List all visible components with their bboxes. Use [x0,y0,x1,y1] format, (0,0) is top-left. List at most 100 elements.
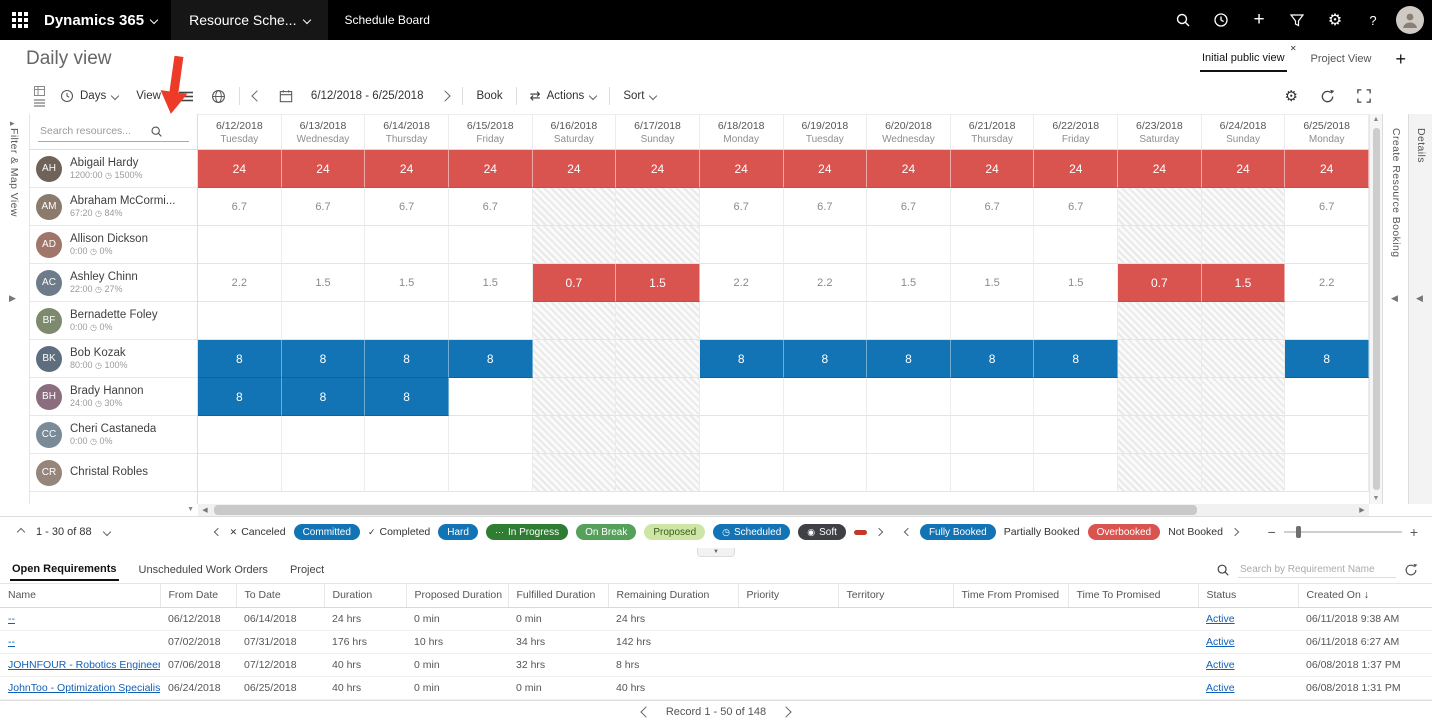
booking-cell[interactable]: 6.7 [449,188,533,226]
requirement-row[interactable]: JohnToo - Optimization Specialist06/24/2… [0,677,1432,700]
gear-icon[interactable]: ⚙ [1320,5,1350,35]
booking-cell[interactable] [616,188,700,226]
booking-cell[interactable] [533,340,617,378]
tab-project[interactable]: Project [288,560,326,580]
tab-project-view[interactable]: Project View [1309,47,1374,71]
scroll-up-icon[interactable]: ▲ [1370,116,1382,123]
legend-scroll-left-icon[interactable] [213,528,221,536]
booking-cell[interactable] [1202,454,1286,492]
horizontal-scroll-thumb[interactable] [214,505,1197,515]
booking-cell[interactable] [533,416,617,454]
booking-cell[interactable] [282,226,366,264]
search-icon[interactable] [1168,5,1198,35]
requirement-search-input[interactable] [1238,562,1396,578]
requirements-column-header[interactable]: Created On ↓ [1298,584,1432,608]
calendar-icon[interactable] [270,82,302,110]
booking-cell[interactable] [700,416,784,454]
booking-cell[interactable]: 8 [951,340,1035,378]
booking-cell[interactable]: 0.7 [1118,264,1202,302]
recent-history-icon[interactable] [1206,5,1236,35]
resource-list-item[interactable]: BFBernadette Foley0:00 ◷ 0% [30,302,197,340]
requirement-status-link[interactable]: Active [1198,654,1298,677]
details-rail[interactable]: Details ◀ [1408,114,1432,504]
booking-cell[interactable]: 2.2 [784,264,868,302]
scroll-right-icon[interactable]: ▶ [1355,506,1369,514]
booking-cell[interactable] [449,378,533,416]
booking-cell[interactable] [533,188,617,226]
booking-cell[interactable]: 1.5 [1202,264,1286,302]
booking-cell[interactable] [700,226,784,264]
booking-cell[interactable] [365,226,449,264]
booking-cell[interactable]: 8 [1034,340,1118,378]
requirements-column-header[interactable]: Proposed Duration [406,584,508,608]
booking-cell[interactable]: 2.2 [1285,264,1369,302]
booking-cell[interactable]: 8 [282,378,366,416]
booking-cell[interactable]: 6.7 [282,188,366,226]
booking-cell[interactable] [1202,188,1286,226]
booking-cell[interactable] [951,416,1035,454]
booking-cell[interactable] [282,302,366,340]
booking-cell[interactable] [282,454,366,492]
book-button[interactable]: Book [467,82,511,110]
requirements-column-header[interactable]: Territory [838,584,953,608]
booking-legend-scroll-left-icon[interactable] [904,528,912,536]
resource-list-item[interactable]: CRChristal Robles [30,454,197,492]
resource-list-item[interactable]: AMAbraham McCormi...67:20 ◷ 84% [30,188,197,226]
booking-cell[interactable]: 0.7 [533,264,617,302]
booking-cell[interactable] [1202,416,1286,454]
booking-legend-scroll-right-icon[interactable] [1231,528,1239,536]
booking-cell[interactable] [951,226,1035,264]
booking-cell[interactable]: 1.5 [1034,264,1118,302]
booking-cell[interactable] [616,454,700,492]
booking-cell[interactable] [449,416,533,454]
booking-cell[interactable] [700,454,784,492]
booking-cell[interactable]: 8 [449,340,533,378]
search-icon[interactable] [150,125,163,138]
booking-cell[interactable] [533,378,617,416]
booking-cell[interactable] [533,454,617,492]
requirements-column-header[interactable]: Priority [738,584,838,608]
resource-list-item[interactable]: ADAllison Dickson0:00 ◷ 0% [30,226,197,264]
booking-cell[interactable] [951,302,1035,340]
booking-cell[interactable] [784,226,868,264]
resource-list-item[interactable]: BHBrady Hannon24:00 ◷ 30% [30,378,197,416]
booking-cell[interactable] [1118,340,1202,378]
requirements-column-header[interactable]: Status [1198,584,1298,608]
next-page-icon[interactable] [780,707,791,718]
booking-cell[interactable] [616,416,700,454]
requirements-column-header[interactable]: Remaining Duration [608,584,738,608]
resource-list-item[interactable]: ACAshley Chinn22:00 ◷ 27% [30,264,197,302]
booking-cell[interactable]: 24 [951,150,1035,188]
booking-cell[interactable] [1202,378,1286,416]
booking-cell[interactable]: 8 [365,378,449,416]
plus-icon[interactable]: + [1244,5,1274,35]
booking-cell[interactable] [1118,188,1202,226]
booking-cell[interactable] [784,416,868,454]
booking-cell[interactable] [616,340,700,378]
sort-dropdown[interactable]: Sort [614,82,665,110]
booking-cell[interactable] [951,378,1035,416]
filter-icon[interactable] [1282,5,1312,35]
tab-initial-public-view[interactable]: Initial public view ✕ [1200,46,1287,72]
actions-dropdown[interactable]: ⇄ Actions [521,82,606,110]
booking-cell[interactable] [867,226,951,264]
booking-cell[interactable]: 6.7 [1285,188,1369,226]
booking-cell[interactable] [867,416,951,454]
booking-cell[interactable] [867,302,951,340]
booking-cell[interactable]: 24 [867,150,951,188]
booking-cell[interactable] [867,454,951,492]
booking-cell[interactable] [616,378,700,416]
booking-cell[interactable]: 24 [1034,150,1118,188]
previous-page-icon[interactable] [640,707,651,718]
refresh-icon[interactable] [1404,563,1418,577]
booking-cell[interactable] [1285,378,1369,416]
fullscreen-icon[interactable] [1348,82,1380,110]
booking-cell[interactable]: 8 [867,340,951,378]
zoom-slider[interactable] [1284,531,1402,533]
booking-cell[interactable]: 24 [1285,150,1369,188]
booking-cell[interactable] [1285,226,1369,264]
booking-cell[interactable] [700,378,784,416]
requirement-status-link[interactable]: Active [1198,631,1298,654]
open-filter-panel-icon[interactable]: ▶ [9,293,16,304]
booking-cell[interactable] [1202,340,1286,378]
